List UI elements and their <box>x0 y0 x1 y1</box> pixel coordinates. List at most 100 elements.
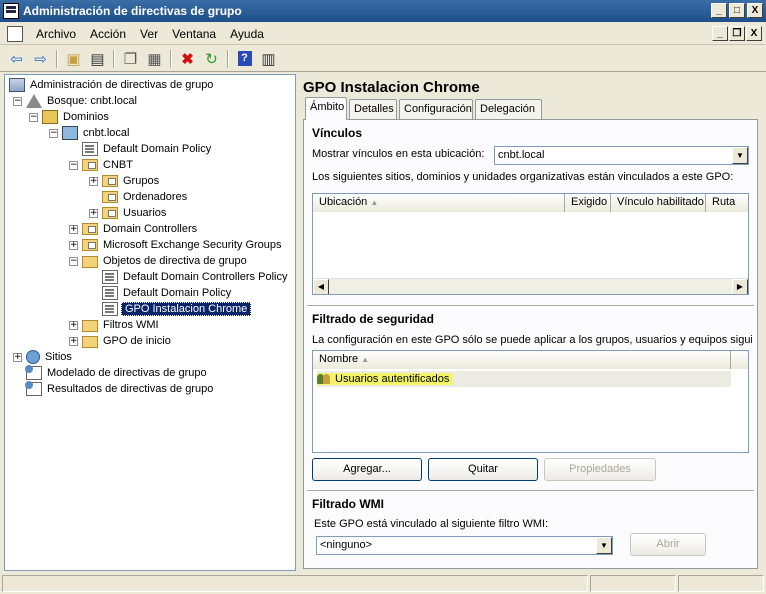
tree-item-label: Default Domain Controllers Policy <box>123 271 288 283</box>
scroll-left-icon[interactable]: ◀ <box>313 279 329 294</box>
column-exigido[interactable]: Exigido <box>565 194 611 212</box>
minimize-button[interactable]: _ <box>711 3 727 18</box>
location-dropdown[interactable]: cnbt.local ▼ <box>494 146 749 165</box>
status-bar <box>0 573 766 594</box>
menu-ayuda[interactable]: Ayuda <box>223 27 271 41</box>
toolbar: ⇦ ⇨ ▣ ▤ ❐ ▦ ✖ ↻ ? ▥ <box>0 46 766 72</box>
mdi-close-button[interactable]: X <box>746 26 762 41</box>
tree-item[interactable]: Default Domain Policy <box>89 285 233 301</box>
tree-item[interactable]: GPO Instalacion Chrome <box>89 301 252 317</box>
tree-item-label: Filtros WMI <box>103 319 159 331</box>
console-tree[interactable]: Administración de directivas de grupo − Bo… <box>4 74 296 571</box>
security-heading: Filtrado de seguridad <box>312 312 435 326</box>
tree-item[interactable]: + Domain Controllers <box>69 221 199 237</box>
tree-item[interactable]: + Filtros WMI <box>69 317 161 333</box>
up-folder-icon[interactable]: ▣ <box>62 48 85 70</box>
tree-item[interactable]: + Microsoft Exchange Security Groups <box>69 237 284 253</box>
console-icon[interactable] <box>7 25 23 42</box>
properties-icon[interactable]: ▥ <box>257 48 280 70</box>
expand-icon[interactable]: + <box>69 336 78 346</box>
collapse-icon[interactable]: − <box>49 128 58 138</box>
model-icon <box>25 381 42 396</box>
paste-icon[interactable]: ▦ <box>143 48 166 70</box>
tree-item-label: cnbt.local <box>83 127 130 139</box>
collapse-icon[interactable]: − <box>29 112 38 122</box>
tree-item[interactable]: + GPO de inicio <box>69 333 173 349</box>
help-icon[interactable]: ? <box>233 48 256 70</box>
column-vinculo-habilitado[interactable]: Vínculo habilitado <box>611 194 706 212</box>
column-nombre[interactable]: Nombre ▲ <box>313 351 731 369</box>
window-title: Administración de directivas de grupo <box>23 4 242 18</box>
column-ubicacion[interactable]: Ubicación ▲ <box>313 194 565 212</box>
tree-item[interactable]: Default Domain Controllers Policy <box>89 269 289 285</box>
mdi-restore-button[interactable]: ❐ <box>729 26 745 41</box>
collapse-icon[interactable]: − <box>69 256 78 266</box>
restore-button[interactable]: □ <box>729 3 745 18</box>
refresh-icon[interactable]: ↻ <box>200 48 223 70</box>
status-pane <box>2 575 588 592</box>
delete-icon[interactable]: ✖ <box>176 48 199 70</box>
tab-delegacion[interactable]: Delegación <box>475 99 542 119</box>
sort-arrow-icon: ▲ <box>370 198 379 207</box>
tree-item-label: Sitios <box>45 351 72 363</box>
tree-item[interactable]: − Dominios <box>29 109 111 125</box>
expand-icon[interactable]: + <box>13 352 22 362</box>
security-list[interactable]: Nombre ▲ Usuarios autentificados <box>312 350 749 453</box>
tree-item-label: Administración de directivas de grupo <box>30 79 214 91</box>
tab-detalles[interactable]: Detalles <box>349 99 397 119</box>
tree-item-label: Grupos <box>123 175 160 187</box>
forest-icon <box>26 94 42 108</box>
chevron-down-icon[interactable]: ▼ <box>732 147 748 164</box>
expand-icon[interactable]: + <box>89 176 98 186</box>
menu-ver[interactable]: Ver <box>133 27 165 41</box>
tab-configuracion[interactable]: Configuración <box>399 99 473 119</box>
expand-icon[interactable]: + <box>89 208 98 218</box>
wmi-heading: Filtrado WMI <box>312 497 384 511</box>
menu-archivo[interactable]: Archivo <box>29 27 83 41</box>
tree-item[interactable]: − Bosque: cnbt.local <box>13 93 139 109</box>
open-button[interactable]: Abrir <box>630 533 706 556</box>
forward-icon[interactable]: ⇨ <box>29 48 52 70</box>
wmi-filter-dropdown[interactable]: <ninguno> ▼ <box>316 536 613 555</box>
expand-icon[interactable]: + <box>69 320 78 330</box>
tree-item[interactable]: Default Domain Policy <box>69 141 213 157</box>
close-button[interactable]: X <box>747 3 763 18</box>
collapse-icon[interactable]: − <box>69 160 78 170</box>
add-button[interactable]: Agregar... <box>312 458 422 481</box>
links-list[interactable]: Ubicación ▲ Exigido Vínculo habilitado R… <box>312 193 749 295</box>
gpo-title: GPO Instalacion Chrome <box>303 79 480 96</box>
tree-item[interactable]: − cnbt.local <box>49 125 131 141</box>
chevron-down-icon[interactable]: ▼ <box>596 537 612 554</box>
toolbar-separator <box>56 49 58 68</box>
tree-item[interactable]: Ordenadores <box>89 189 189 205</box>
remove-button[interactable]: Quitar <box>428 458 538 481</box>
security-entry-name: Usuarios autentificados <box>335 372 450 385</box>
tree-item-label: Bosque: cnbt.local <box>47 95 137 107</box>
tree-item[interactable]: Modelado de directivas de grupo <box>13 365 209 381</box>
tree-item[interactable]: + Grupos <box>89 173 161 189</box>
ou-icon <box>102 175 118 187</box>
expand-icon[interactable]: + <box>69 224 78 234</box>
tree-item[interactable]: Resultados de directivas de grupo <box>13 381 215 397</box>
menu-ventana[interactable]: Ventana <box>165 27 223 41</box>
expand-icon[interactable]: + <box>69 240 78 250</box>
tree-item-label: Default Domain Policy <box>123 287 232 299</box>
tab-ambito[interactable]: Ámbito <box>305 97 347 120</box>
security-header: Nombre ▲ <box>313 351 748 369</box>
collapse-icon[interactable]: − <box>13 96 22 106</box>
properties-button[interactable]: Propiedades <box>544 458 656 481</box>
tree-item[interactable]: + Sitios <box>13 349 74 365</box>
tree-item[interactable]: − CNBT <box>69 157 135 173</box>
tree-item[interactable]: Administración de directivas de grupo <box>9 77 215 93</box>
back-icon[interactable]: ⇦ <box>5 48 28 70</box>
tree-item[interactable]: + Usuarios <box>89 205 168 221</box>
scroll-right-icon[interactable]: ▶ <box>732 279 748 294</box>
show-hide-tree-icon[interactable]: ▤ <box>86 48 109 70</box>
links-horizontal-scrollbar[interactable]: ◀ ▶ <box>313 278 748 294</box>
tree-item[interactable]: − Objetos de directiva de grupo <box>69 253 249 269</box>
list-item[interactable]: Usuarios autentificados <box>317 371 731 387</box>
column-ruta[interactable]: Ruta <box>706 194 748 212</box>
copy-icon[interactable]: ❐ <box>119 48 142 70</box>
mdi-minimize-button[interactable]: _ <box>712 26 728 41</box>
menu-accion[interactable]: Acción <box>83 27 133 41</box>
